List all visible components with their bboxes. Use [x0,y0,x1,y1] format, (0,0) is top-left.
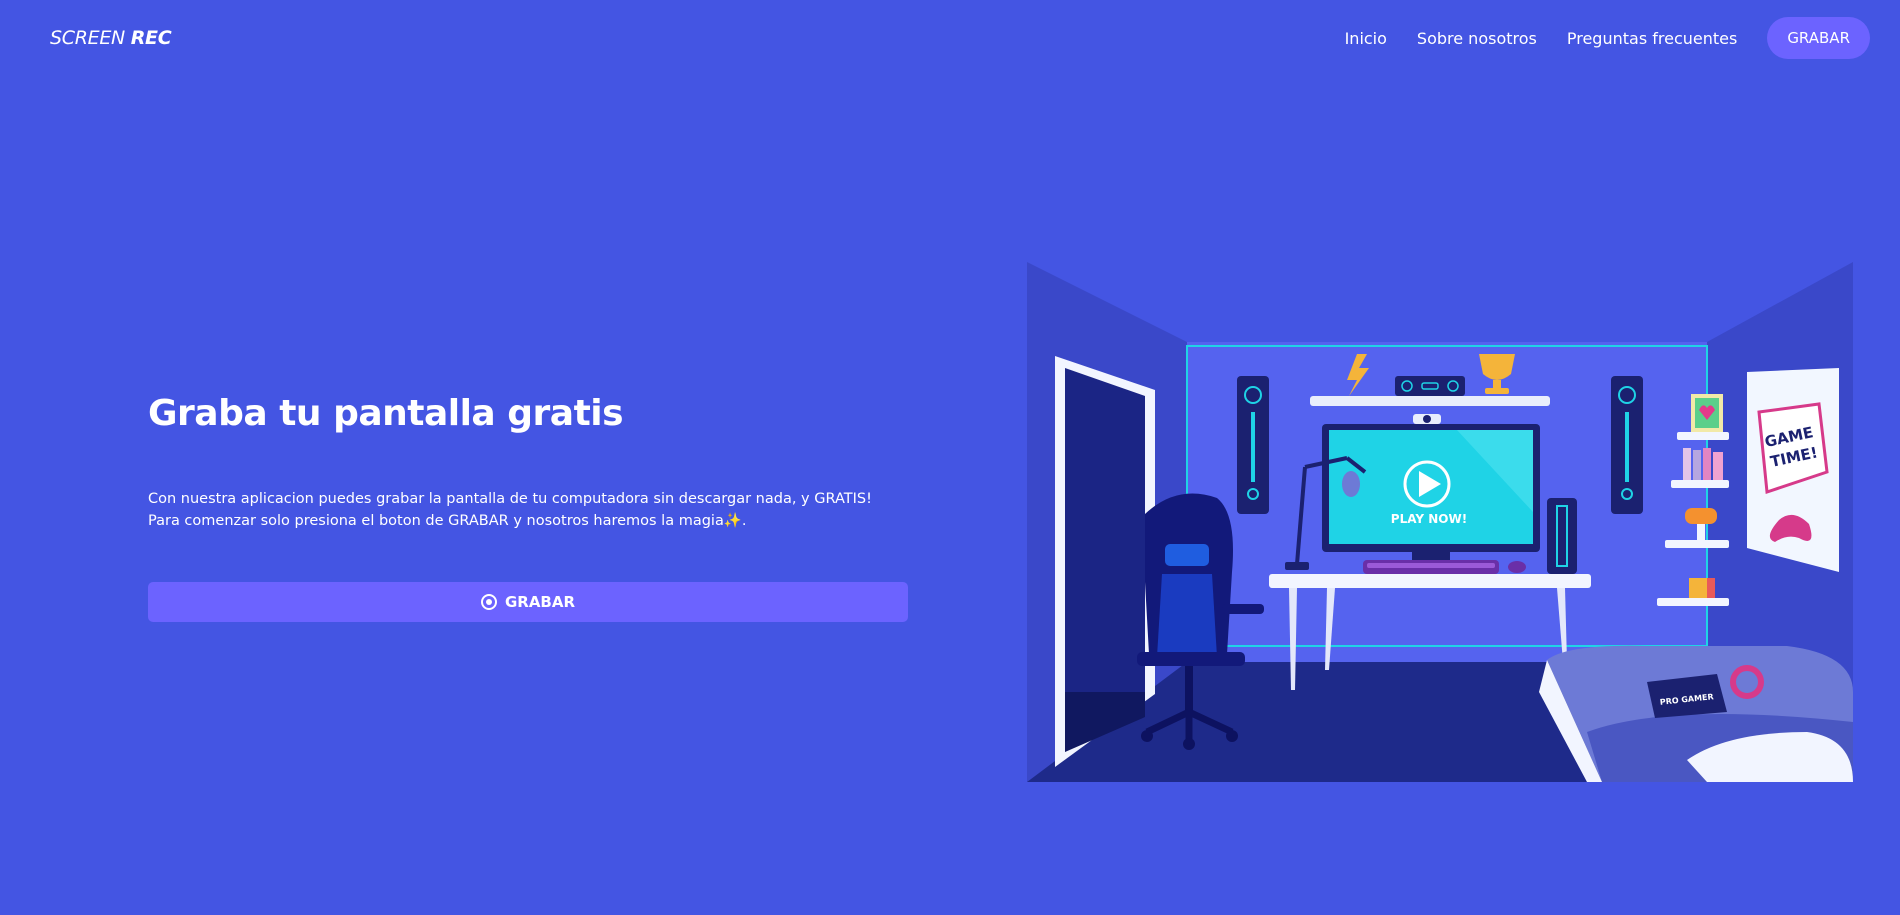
hero-title: Graba tu pantalla gratis [148,393,624,434]
pc-tower-icon [1547,498,1577,574]
nav-record-button[interactable]: GRABAR [1767,17,1870,59]
brand-logo[interactable]: SCREEN REC [50,27,172,49]
nav-link-inicio[interactable]: Inicio [1345,29,1387,48]
right-speaker-icon [1611,376,1643,514]
hero-description-line2: Para comenzar solo presiona el boton de … [148,510,872,532]
webcam-icon [1413,414,1441,424]
record-button-label: GRABAR [504,593,576,611]
left-speaker-icon [1237,376,1269,514]
cube-icon [1689,578,1707,598]
top-nav: Inicio Sobre nosotros Preguntas frecuent… [1315,17,1870,59]
hero-description-line1: Con nuestra aplicacion puedes grabar la … [148,491,872,507]
receiver-icon [1395,376,1465,396]
hero-line2-end: . [741,513,747,529]
mouse-icon [1508,561,1526,573]
top-shelf [1310,396,1550,406]
gaming-room-illustration: PLAY NOW! GAME TIME! PRO GAMER [1027,262,1853,782]
nav-link-sobre-nosotros[interactable]: Sobre nosotros [1417,29,1537,48]
bed: PRO GAMER [1539,645,1853,782]
nav-link-preguntas-frecuentes[interactable]: Preguntas frecuentes [1567,29,1737,48]
sparkle-icon: ✨ [723,513,742,529]
brand-light: SCREEN [50,27,125,49]
game-time-poster: GAME TIME! [1747,368,1839,572]
hero-line2-text: Para comenzar solo presiona el boton de … [148,513,724,529]
books-icon [1683,448,1691,480]
brand-bold: REC [130,27,172,49]
play-now-label: PLAY NOW! [1391,512,1467,526]
record-icon [480,594,497,610]
record-button[interactable]: GRABAR [148,582,908,622]
hero-description: Con nuestra aplicacion puedes grabar la … [148,488,872,532]
